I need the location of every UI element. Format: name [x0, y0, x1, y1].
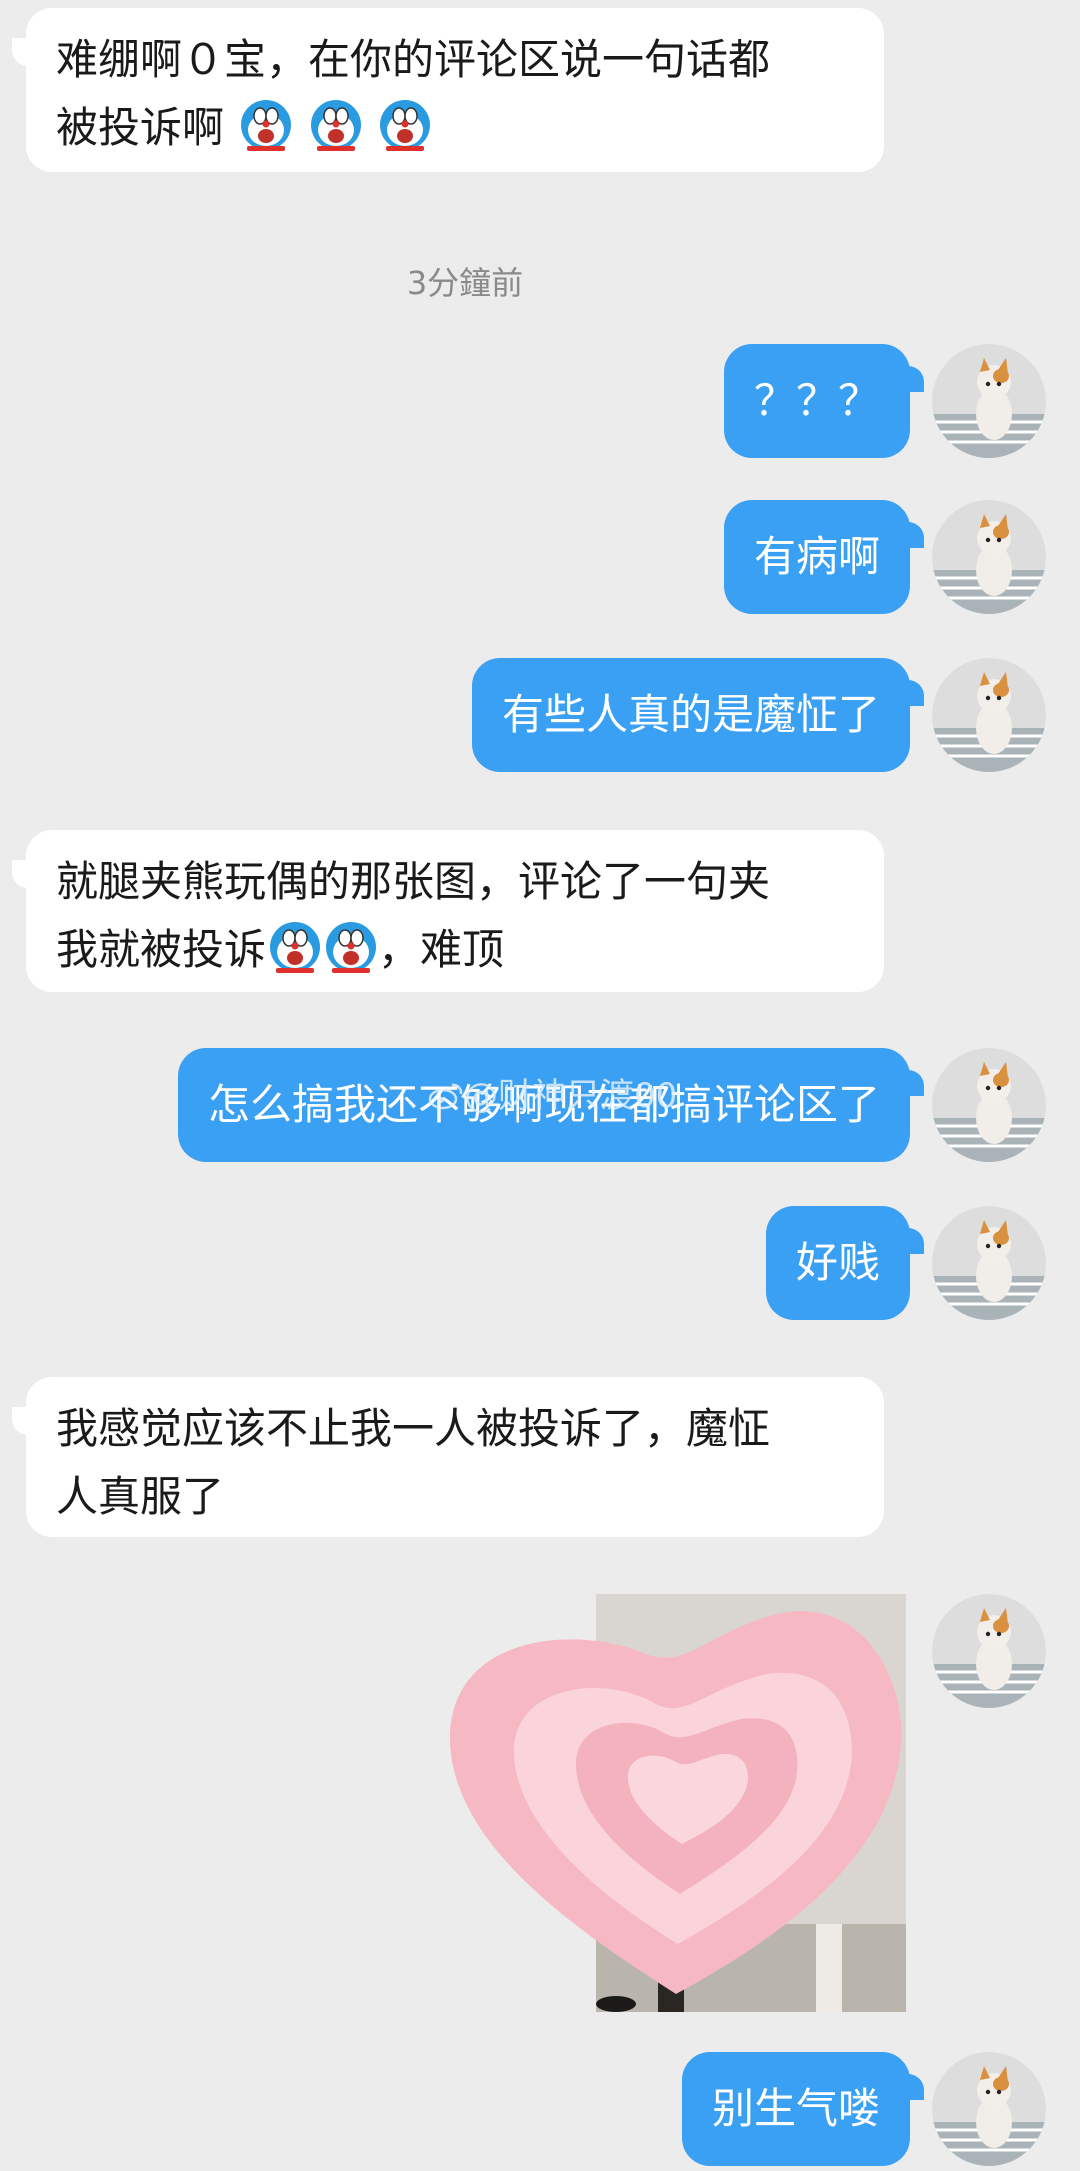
weibo-icon: [428, 1080, 464, 1110]
avatar[interactable]: [932, 344, 1046, 458]
message-text: ，难顶: [378, 925, 505, 974]
message-text-line: 人真服了: [56, 1472, 225, 1521]
avatar[interactable]: [932, 2052, 1046, 2166]
message-bubble-right[interactable]: 好贱: [765, 1206, 925, 1320]
timestamp: 3分鐘前: [406, 264, 524, 302]
watermark: @财神只渡00: [428, 1068, 677, 1117]
message-text-line: 难绷啊０宝，在你的评论区说一句话都: [56, 35, 771, 84]
message-text-line: 被投诉啊: [56, 94, 854, 162]
doraemon-face-icon: [268, 920, 322, 974]
watermark-text: @财神只渡00: [464, 1076, 678, 1116]
doraemon-face-icon: [309, 98, 363, 152]
avatar[interactable]: [932, 1206, 1046, 1320]
message-text: 有病啊: [753, 532, 880, 581]
message-text-line: 我就被投诉 ，难顶: [56, 916, 854, 984]
doraemon-face-icon: [378, 98, 432, 152]
avatar[interactable]: [932, 1594, 1046, 1708]
message-bubble-right[interactable]: 有些人真的是魔怔了: [471, 658, 925, 772]
message-text: 别生气喽: [711, 2084, 880, 2133]
message-text: 被投诉啊: [56, 103, 225, 152]
message-bubble-right[interactable]: 别生气喽: [681, 2052, 925, 2166]
avatar[interactable]: [932, 500, 1046, 614]
avatar[interactable]: [932, 1048, 1046, 1162]
message-bubble-left[interactable]: 我感觉应该不止我一人被投诉了，魔怔 人真服了: [12, 1377, 884, 1537]
message-text-line: 就腿夹熊玩偶的那张图，评论了一句夹: [56, 857, 771, 906]
shared-photo[interactable]: [446, 1594, 906, 2012]
message-bubble-right[interactable]: 有病啊: [723, 500, 925, 614]
message-text: 有些人真的是魔怔了: [501, 690, 880, 739]
avatar[interactable]: [932, 658, 1046, 772]
message-bubble-left[interactable]: 就腿夹熊玩偶的那张图，评论了一句夹 我就被投诉 ，难顶: [12, 830, 884, 992]
message-text: 我就被投诉: [56, 925, 267, 974]
message-text-line: 我感觉应该不止我一人被投诉了，魔怔: [56, 1404, 771, 1453]
doraemon-face-icon: [239, 98, 293, 152]
doraemon-face-icon: [324, 920, 378, 974]
message-text: 好贱: [795, 1238, 880, 1287]
message-bubble-left[interactable]: 难绷啊０宝，在你的评论区说一句话都 被投诉啊: [12, 8, 884, 172]
message-bubble-right[interactable]: ？？？: [723, 344, 925, 458]
message-text: ？？？: [753, 376, 880, 425]
